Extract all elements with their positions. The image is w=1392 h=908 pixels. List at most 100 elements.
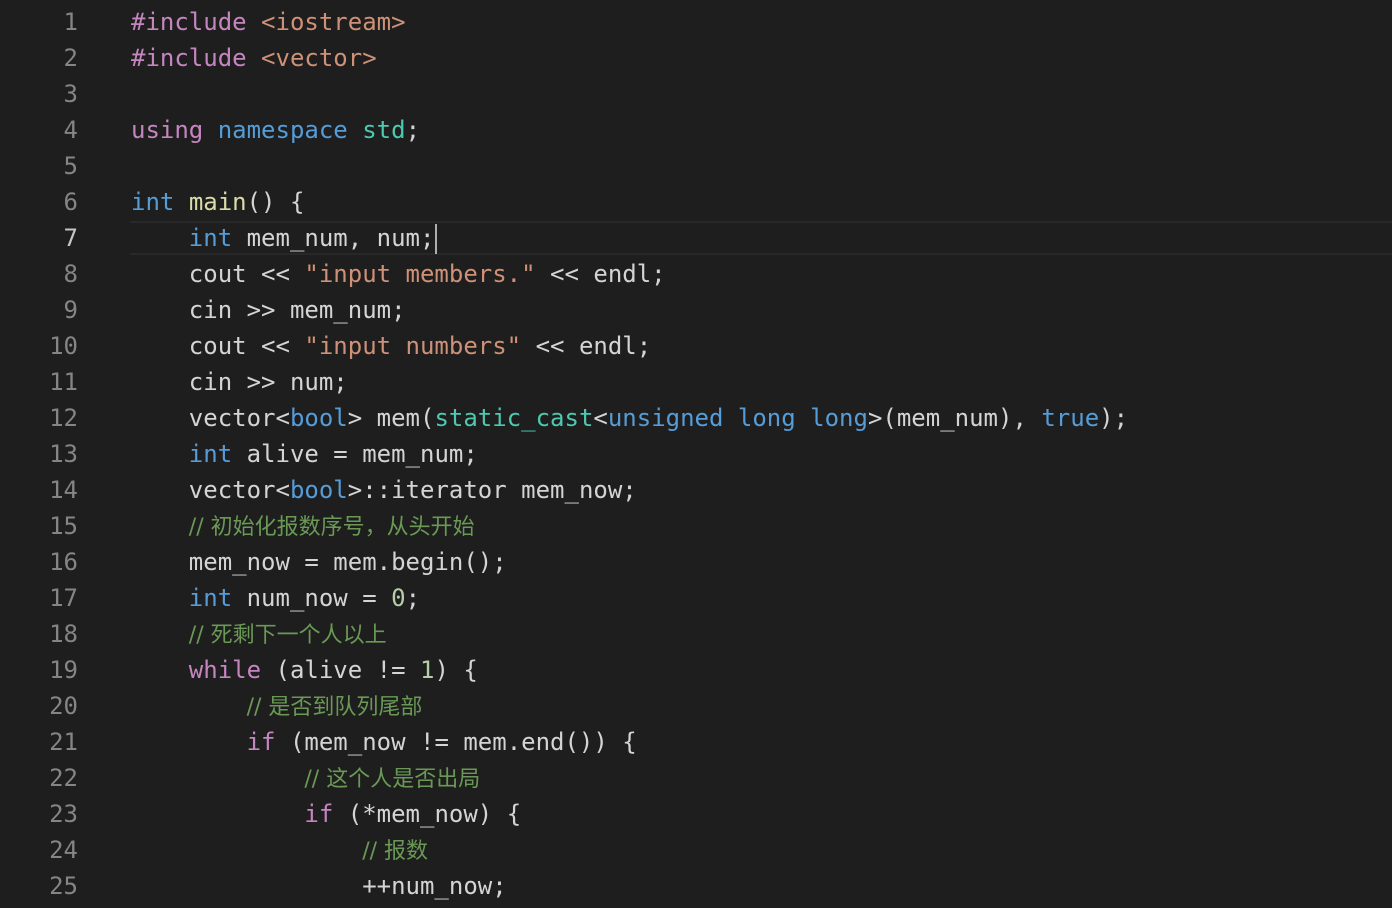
code-text[interactable]: // 是否到队列尾部 — [131, 688, 423, 726]
code-token: true — [1041, 404, 1100, 432]
code-token: static_cast — [434, 404, 594, 432]
code-line[interactable]: 6 int main() { — [0, 184, 1392, 220]
code-token: if — [246, 728, 276, 756]
code-line[interactable]: 15 // 初始化报数序号，从头开始 — [0, 508, 1392, 544]
line-number: 25 — [49, 872, 78, 900]
code-line[interactable]: 2 #include <vector> — [0, 40, 1392, 76]
code-token: ++num_now; — [131, 872, 507, 900]
code-line[interactable]: 1 #include <iostream> — [0, 4, 1392, 40]
code-line[interactable]: 9 cin >> mem_num; — [0, 292, 1392, 328]
code-text[interactable]: cout << "input numbers" << endl; — [131, 328, 651, 364]
code-token: std — [362, 116, 406, 144]
line-number: 8 — [63, 260, 78, 288]
code-text[interactable]: while (alive != 1) { — [131, 652, 478, 688]
code-text[interactable]: #include <vector> — [131, 40, 377, 76]
code-line[interactable]: 25 ++num_now; — [0, 868, 1392, 904]
code-text[interactable]: cin >> num; — [131, 364, 348, 400]
code-line[interactable]: 12 vector<bool> mem(static_cast<unsigned… — [0, 400, 1392, 436]
code-text[interactable]: ++num_now; — [131, 868, 507, 904]
code-token: "input members." — [304, 260, 536, 288]
code-text[interactable]: vector<bool> mem(static_cast<unsigned lo… — [131, 400, 1128, 436]
code-token: mem_num, num; — [232, 224, 435, 252]
code-token: <vector> — [261, 44, 377, 72]
code-line[interactable]: 5 — [0, 148, 1392, 184]
line-number: 17 — [49, 584, 78, 612]
code-token: alive = mem_num; — [232, 440, 478, 468]
code-text[interactable]: // 报数 — [131, 832, 428, 870]
code-token: 0 — [391, 584, 406, 612]
code-text[interactable]: if (*mem_now) { — [131, 796, 521, 832]
code-editor[interactable]: 1 #include <iostream> 2 #include <vector> 3 4… — [0, 0, 1392, 908]
code-token: int — [188, 224, 233, 252]
code-token: unsigned long long — [607, 404, 868, 432]
code-line[interactable]: 22 // 这个人是否出局 — [0, 760, 1392, 796]
line-number: 11 — [49, 368, 78, 396]
code-line[interactable]: 21 if (mem_now != mem.end()) { — [0, 724, 1392, 760]
code-text[interactable]: cin >> mem_num; — [131, 292, 406, 328]
line-number: 10 — [49, 332, 78, 360]
code-token: ; — [405, 584, 421, 612]
code-line[interactable]: 11 cin >> num; — [0, 364, 1392, 400]
line-number: 9 — [63, 296, 78, 324]
code-line[interactable]: 10 cout << "input numbers" << endl; — [0, 328, 1392, 364]
code-token: (*mem_now) { — [333, 800, 522, 828]
code-text[interactable]: #include <iostream> — [131, 4, 406, 40]
line-number: 13 — [49, 440, 78, 468]
code-text[interactable]: // 初始化报数序号，从头开始 — [131, 508, 475, 546]
code-token: ); — [1099, 404, 1129, 432]
code-text[interactable]: int main() { — [131, 184, 304, 220]
line-number: 15 — [49, 512, 78, 540]
code-text[interactable]: mem_now = mem.begin(); — [131, 544, 507, 580]
code-text[interactable]: int mem_num, num; — [131, 220, 438, 256]
line-number: 20 — [49, 692, 78, 720]
code-token: () { — [246, 188, 305, 216]
code-token: vector< — [131, 404, 290, 432]
code-token: <iostream> — [261, 8, 406, 36]
code-token: bool — [289, 404, 348, 432]
code-text[interactable]: if (mem_now != mem.end()) { — [131, 724, 637, 760]
code-line[interactable]: 16 mem_now = mem.begin(); — [0, 544, 1392, 580]
code-line[interactable]: 7 int mem_num, num; — [0, 220, 1392, 256]
code-line[interactable]: 19 while (alive != 1) { — [0, 652, 1392, 688]
code-line[interactable]: 18 // 死剩下一个人以上 — [0, 616, 1392, 652]
code-text[interactable]: cout << "input members." << endl; — [131, 256, 666, 292]
code-token: mem_now = mem.begin(); — [131, 548, 507, 576]
text-cursor — [435, 224, 438, 254]
code-text[interactable]: vector<bool>::iterator mem_now; — [131, 472, 637, 508]
code-token: << endl; — [521, 332, 652, 360]
code-text[interactable]: // 这个人是否出局 — [131, 760, 480, 798]
line-number: 12 — [49, 404, 78, 432]
line-number: 19 — [49, 656, 78, 684]
code-line[interactable]: 4 using namespace std; — [0, 112, 1392, 148]
code-line[interactable]: 13 int alive = mem_num; — [0, 436, 1392, 472]
code-token: int — [131, 188, 175, 216]
code-token: 1 — [420, 656, 435, 684]
code-line[interactable]: 17 int num_now = 0; — [0, 580, 1392, 616]
line-number: 24 — [49, 836, 78, 864]
code-line[interactable]: 8 cout << "input members." << endl; — [0, 256, 1392, 292]
line-number: 21 — [49, 728, 78, 756]
code-text[interactable]: // 死剩下一个人以上 — [131, 616, 387, 654]
code-line[interactable]: 3 — [0, 76, 1392, 112]
code-line[interactable]: 23 if (*mem_now) { — [0, 796, 1392, 832]
code-token: >(mem_num), — [867, 404, 1042, 432]
code-token: << endl; — [535, 260, 666, 288]
code-text[interactable]: int alive = mem_num; — [131, 436, 478, 472]
code-line[interactable]: 20 // 是否到队列尾部 — [0, 688, 1392, 724]
code-token: ; — [405, 116, 421, 144]
line-number: 4 — [63, 116, 78, 144]
code-line[interactable]: 14 vector<bool>::iterator mem_now; — [0, 472, 1392, 508]
code-line[interactable]: 24 // 报数 — [0, 832, 1392, 868]
code-token: int — [188, 440, 233, 468]
line-number: 6 — [63, 188, 78, 216]
code-text[interactable]: int num_now = 0; — [131, 580, 420, 616]
code-text[interactable]: using namespace std; — [131, 112, 420, 148]
code-token: if — [304, 800, 334, 828]
